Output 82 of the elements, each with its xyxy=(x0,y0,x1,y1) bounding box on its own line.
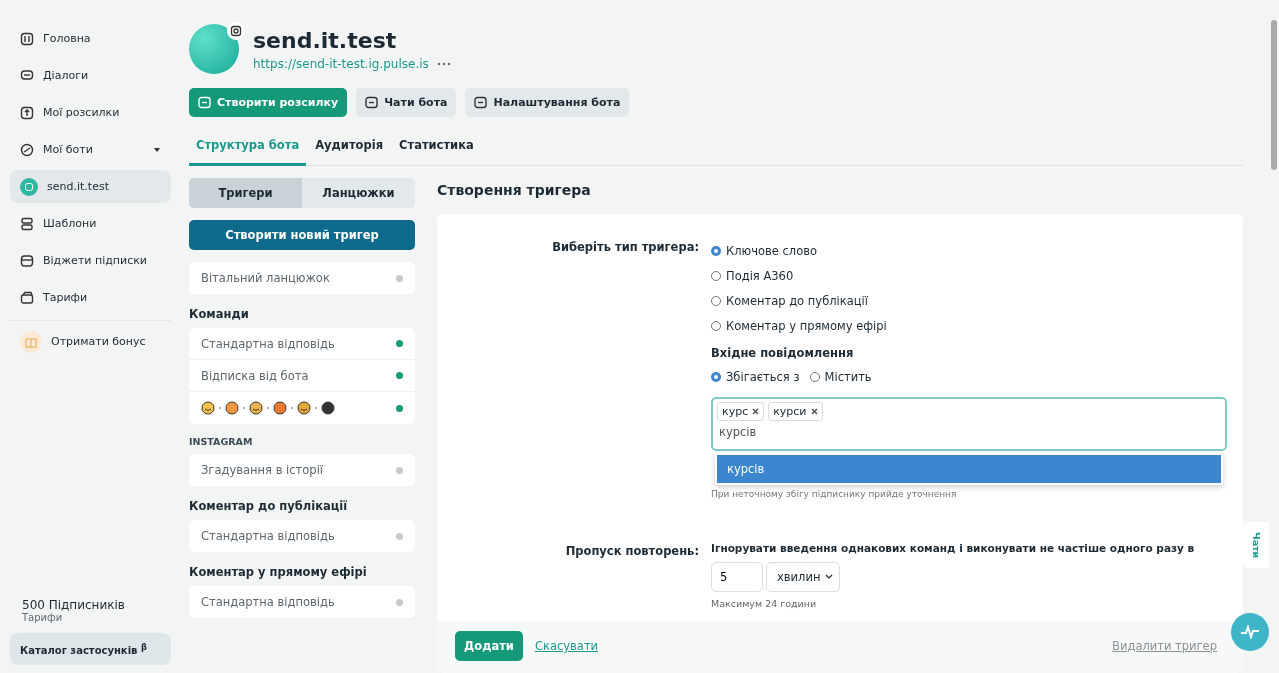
emoji-icon xyxy=(249,401,263,415)
radio-button[interactable] xyxy=(711,245,721,256)
widget-icon xyxy=(20,253,34,268)
sidebar-item[interactable]: Тарифи xyxy=(10,281,171,314)
template-icon xyxy=(20,216,34,231)
chat-icon xyxy=(365,96,379,109)
radio-option[interactable]: Ключове слово xyxy=(711,238,1217,263)
instagram-icon xyxy=(227,22,245,40)
trigger-item[interactable]: Стандартна відповідь xyxy=(189,520,415,552)
field-label: Пропуск повторень: xyxy=(564,542,699,560)
trigger-item[interactable]: Стандартна відповідь xyxy=(189,586,415,618)
suggestion-item[interactable]: курсів xyxy=(717,455,1221,483)
emoji-icon xyxy=(201,401,215,415)
sidebar-item[interactable]: Шаблони xyxy=(10,207,171,240)
unit-select[interactable]: хвилин xyxy=(766,561,840,592)
emoji-icon xyxy=(297,401,311,415)
close-icon[interactable] xyxy=(810,408,818,415)
close-icon[interactable] xyxy=(752,408,760,415)
radio-option[interactable]: Коментар до публікації xyxy=(711,288,1217,313)
radio-option[interactable]: Містить xyxy=(809,364,872,389)
radio-button[interactable] xyxy=(711,295,721,306)
sidebar-item[interactable]: Діалоги xyxy=(10,59,171,92)
radio-button[interactable] xyxy=(711,270,721,281)
segment-tab[interactable]: Ланцюжки xyxy=(302,178,415,208)
avatar-icon xyxy=(20,177,38,196)
radio-button[interactable] xyxy=(809,371,820,382)
segment-tab[interactable]: Тригери xyxy=(189,178,302,208)
subscriber-count: 500 Підписників xyxy=(21,598,126,612)
radio-option[interactable]: Коментар у прямому ефірі xyxy=(711,313,1217,338)
radio-option[interactable]: Подія A360 xyxy=(711,263,1217,288)
field-label: Виберіть тип тригера: xyxy=(551,239,699,256)
bot-avatar xyxy=(189,24,239,74)
section-title: INSTAGRAM xyxy=(189,436,254,447)
keyword-tag[interactable]: курси xyxy=(768,402,823,421)
wallet-icon xyxy=(20,290,34,305)
create-trigger-button[interactable]: Створити новий тригер xyxy=(189,220,415,250)
hint-text: При неточному збігу підписнику прийде уточнення xyxy=(711,489,958,499)
edit-icon xyxy=(198,96,211,109)
chevron-down-icon xyxy=(825,574,833,579)
radio-button[interactable] xyxy=(711,320,721,331)
number-field[interactable]: 5 xyxy=(711,561,763,592)
form-title: Створення тригера xyxy=(437,182,592,200)
tab[interactable]: Статистика xyxy=(392,129,481,166)
dashboard-icon xyxy=(20,31,34,46)
radio-option[interactable]: Збігається з xyxy=(711,364,800,389)
action-button[interactable]: Створити розсилку xyxy=(189,88,348,117)
trigger-item[interactable]: Згадування в історії xyxy=(189,454,415,486)
more-icon[interactable] xyxy=(436,61,451,66)
catalog-button[interactable]: Каталог застосунків $^{β}$ xyxy=(10,633,171,665)
plan-link[interactable]: Тарифи xyxy=(10,612,171,623)
sidebar-item[interactable]: Головна xyxy=(10,22,171,55)
field-label: Вхідне повідомлення xyxy=(711,346,855,360)
emoji-icon xyxy=(225,401,239,415)
section-title: Команди xyxy=(189,307,250,321)
trigger-item[interactable]: Стандартна відповідь xyxy=(189,328,415,360)
bot-icon xyxy=(20,142,34,157)
section-title: Коментар до публікації xyxy=(189,499,349,513)
sidebar-item[interactable]: Мої розсилки xyxy=(10,96,171,129)
add-button[interactable]: Додати xyxy=(455,631,523,661)
emoji-icon xyxy=(321,401,335,415)
sidebar-item[interactable]: send.it.test xyxy=(10,170,171,203)
tab[interactable]: Аудиторія xyxy=(308,129,391,166)
bot-name: send.it.test xyxy=(253,27,398,53)
chat-icon xyxy=(474,96,488,109)
gift-icon xyxy=(20,330,42,353)
keyword-tag[interactable]: курс xyxy=(717,402,765,421)
note-text: Максимум 24 години xyxy=(711,597,818,609)
upload-icon xyxy=(20,105,34,120)
sidebar-item[interactable]: Мої боти xyxy=(10,133,171,166)
action-button[interactable]: Чати бота xyxy=(356,88,457,117)
sidebar-item[interactable]: Віджети підписки xyxy=(10,244,171,277)
section-title: Коментар у прямому ефірі xyxy=(189,565,368,579)
trigger-item[interactable]: Вітальний ланцюжок xyxy=(189,262,415,294)
chat-icon xyxy=(20,68,34,83)
action-button[interactable]: Налаштування бота xyxy=(465,88,630,117)
help-button[interactable] xyxy=(1231,613,1269,651)
sidebar-item[interactable]: Отримати бонус xyxy=(10,325,171,358)
radio-button[interactable] xyxy=(711,371,721,382)
pulse-icon xyxy=(1240,625,1260,639)
emoji-icon xyxy=(273,401,287,415)
repeat-description: Ігнорувати введення однакових команд і виконувати не частіше одного разу в xyxy=(711,541,1196,554)
trigger-item[interactable]: Відписка від бота xyxy=(189,360,415,392)
